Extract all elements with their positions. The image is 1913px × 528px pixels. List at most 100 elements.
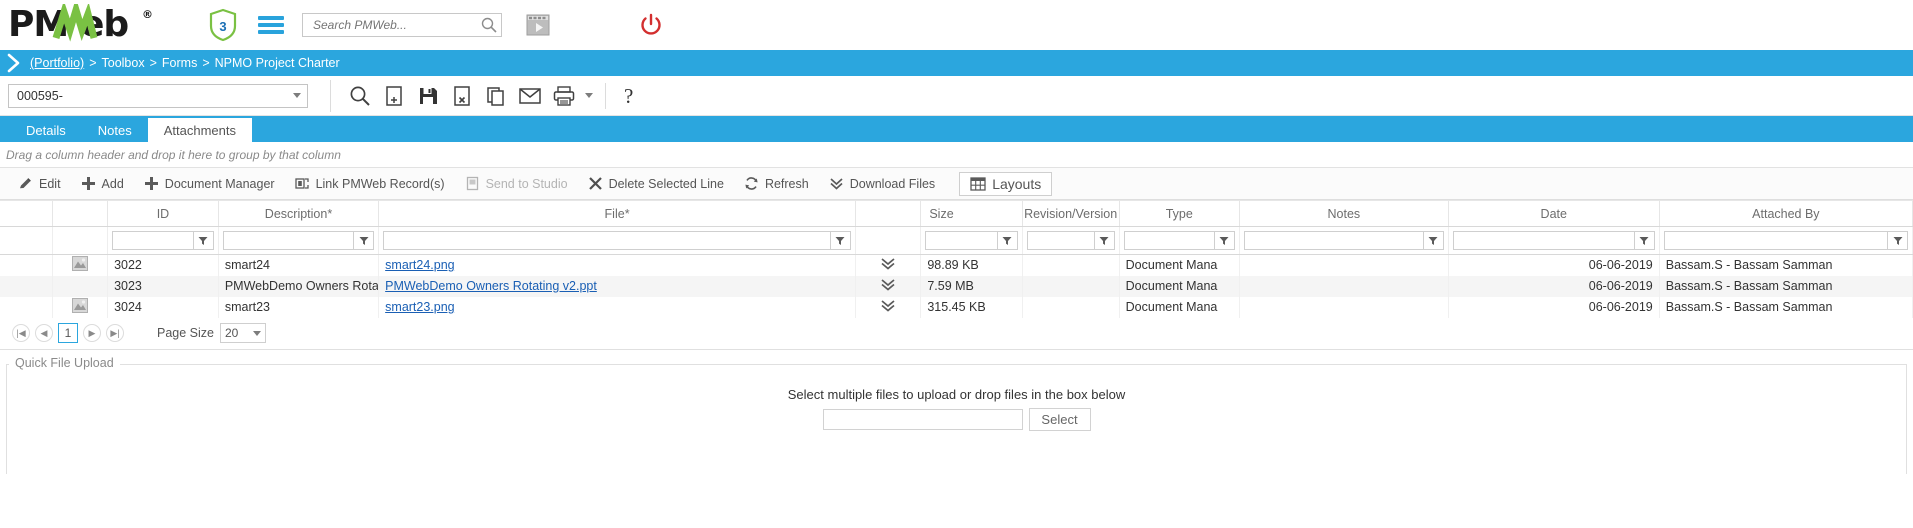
send-to-studio-button[interactable]: Send to Studio: [455, 171, 578, 197]
link-pmweb-records-button[interactable]: Link PMWeb Record(s): [285, 171, 455, 197]
add-button[interactable]: Add: [71, 171, 134, 197]
pager-next-button[interactable]: ▶: [83, 324, 101, 342]
video-tutorial-button[interactable]: [526, 13, 550, 37]
column-header-type[interactable]: Type: [1119, 200, 1240, 227]
filter-input-type[interactable]: [1123, 231, 1215, 250]
save-button[interactable]: [411, 80, 445, 112]
page-size-select[interactable]: 20: [219, 323, 266, 343]
filter-cell-file[interactable]: [378, 226, 856, 255]
column-header-select[interactable]: [0, 200, 54, 227]
search-icon[interactable]: [481, 17, 497, 33]
row-file-cell[interactable]: PMWebDemo Owners Rotating v2.ppt: [378, 275, 856, 297]
breadcrumb-root-link[interactable]: (Portfolio): [30, 56, 84, 70]
print-dropdown-button[interactable]: [581, 80, 597, 112]
new-record-button[interactable]: [377, 80, 411, 112]
download-files-label: Download Files: [849, 176, 936, 191]
funnel-icon[interactable]: [1214, 231, 1235, 250]
column-header-attached-by[interactable]: Attached By: [1659, 200, 1913, 227]
tab-details[interactable]: Details: [10, 118, 82, 142]
group-by-dropzone[interactable]: Drag a column header and drop it here to…: [0, 142, 1913, 168]
refresh-button[interactable]: Refresh: [734, 171, 819, 197]
copy-record-button[interactable]: [479, 80, 513, 112]
column-header-size[interactable]: Size: [920, 200, 1023, 227]
table-row[interactable]: 3022 smart24 smart24.png 98.89 KB Document …: [0, 254, 1913, 276]
select-files-button[interactable]: Select: [1028, 407, 1091, 431]
quick-file-upload-input[interactable]: [822, 408, 1023, 430]
filter-cell-id[interactable]: [107, 226, 219, 255]
filter-input-attached-by[interactable]: [1663, 231, 1888, 250]
email-button[interactable]: [513, 80, 547, 112]
help-button[interactable]: ?: [614, 80, 648, 112]
delete-selected-line-button[interactable]: Delete Selected Line: [578, 171, 734, 197]
pager-last-button[interactable]: ▶|: [106, 324, 124, 342]
download-files-button[interactable]: Download Files: [819, 171, 945, 197]
filter-input-id[interactable]: [112, 231, 194, 250]
menu-button[interactable]: [258, 13, 284, 37]
row-select-cell[interactable]: [0, 275, 54, 297]
row-download-cell[interactable]: [855, 275, 922, 297]
notification-shield[interactable]: 3: [208, 8, 238, 42]
double-chevron-down-icon[interactable]: [880, 299, 896, 313]
pager-prev-button[interactable]: ◀: [35, 324, 53, 342]
funnel-icon[interactable]: [997, 231, 1018, 250]
column-header-description[interactable]: Description*: [218, 200, 380, 227]
column-header-thumbnail[interactable]: [52, 200, 109, 227]
row-select-cell[interactable]: [0, 254, 54, 276]
file-link[interactable]: smart24.png: [385, 258, 454, 272]
table-row[interactable]: 3023 PMWebDemo Owners Rotat PMWebDemo Owne…: [0, 275, 1913, 297]
row-file-cell[interactable]: smart23.png: [378, 296, 856, 318]
filter-input-notes[interactable]: [1243, 231, 1424, 250]
funnel-icon[interactable]: [1888, 231, 1908, 250]
logout-button[interactable]: [638, 12, 664, 38]
filter-cell-size[interactable]: [920, 226, 1023, 255]
column-header-download[interactable]: [855, 200, 922, 227]
filter-cell-date[interactable]: [1448, 226, 1660, 255]
pager-first-button[interactable]: |◀: [12, 324, 30, 342]
filter-cell-type[interactable]: [1119, 226, 1240, 255]
filter-input-file[interactable]: [383, 231, 831, 250]
funnel-icon[interactable]: [830, 231, 851, 250]
breadcrumb-item-toolbox[interactable]: Toolbox: [102, 56, 145, 70]
column-header-id[interactable]: ID: [107, 200, 219, 227]
filter-cell-revision[interactable]: [1022, 226, 1120, 255]
layouts-button[interactable]: Layouts: [959, 171, 1053, 196]
document-manager-button[interactable]: Document Manager: [134, 171, 285, 197]
column-header-file[interactable]: File*: [378, 200, 856, 227]
filter-cell-attached-by[interactable]: [1659, 226, 1913, 255]
column-header-revision[interactable]: Revision/Version: [1022, 200, 1120, 227]
filter-input-revision[interactable]: [1026, 231, 1095, 250]
funnel-icon[interactable]: [354, 231, 375, 250]
filter-cell-notes[interactable]: [1239, 226, 1449, 255]
pager-page-number[interactable]: 1: [58, 323, 78, 343]
row-download-cell[interactable]: [855, 254, 922, 276]
file-link[interactable]: smart23.png: [385, 300, 454, 314]
filter-input-description[interactable]: [222, 231, 355, 250]
record-select[interactable]: 000595-: [8, 83, 308, 108]
column-header-notes[interactable]: Notes: [1239, 200, 1449, 227]
search-input[interactable]: [311, 17, 481, 33]
row-select-cell[interactable]: [0, 296, 54, 318]
delete-record-button[interactable]: [445, 80, 479, 112]
funnel-icon[interactable]: [1423, 231, 1444, 250]
funnel-icon[interactable]: [193, 231, 214, 250]
filter-cell-description[interactable]: [218, 226, 380, 255]
column-header-date[interactable]: Date: [1448, 200, 1660, 227]
tab-notes[interactable]: Notes: [82, 118, 148, 142]
breadcrumb-item-forms[interactable]: Forms: [162, 56, 197, 70]
chevron-down-icon: [252, 330, 261, 336]
filter-input-date[interactable]: [1452, 231, 1635, 250]
global-search[interactable]: [302, 13, 502, 37]
edit-button[interactable]: Edit: [8, 171, 71, 197]
double-chevron-down-icon[interactable]: [880, 257, 896, 271]
double-chevron-down-icon[interactable]: [880, 278, 896, 292]
filter-input-size[interactable]: [925, 231, 998, 250]
table-row[interactable]: 3024 smart23 smart23.png 315.45 KB Document…: [0, 296, 1913, 318]
funnel-icon[interactable]: [1094, 231, 1115, 250]
funnel-icon[interactable]: [1634, 231, 1655, 250]
print-button[interactable]: [547, 80, 581, 112]
file-link[interactable]: PMWebDemo Owners Rotating v2.ppt: [385, 279, 597, 293]
row-file-cell[interactable]: smart24.png: [378, 254, 856, 276]
search-record-button[interactable]: [343, 80, 377, 112]
tab-attachments[interactable]: Attachments: [147, 118, 252, 142]
row-download-cell[interactable]: [855, 296, 922, 318]
